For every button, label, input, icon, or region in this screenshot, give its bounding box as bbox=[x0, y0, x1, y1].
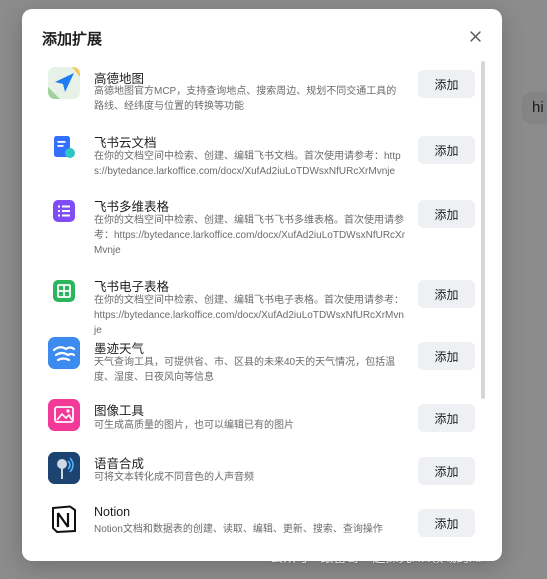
lark-doc-icon bbox=[48, 131, 80, 163]
add-button[interactable]: 添加 bbox=[418, 404, 475, 432]
add-button[interactable]: 添加 bbox=[418, 200, 475, 228]
lark-bitable-icon bbox=[48, 195, 80, 227]
close-icon bbox=[469, 30, 481, 42]
add-extension-dialog: 添加扩展 高德地图 高德地图官方MCP，支持查询地点、搜索周边、规划不同交通工具… bbox=[22, 9, 502, 561]
image-tool-icon bbox=[48, 399, 80, 431]
weather-icon bbox=[48, 337, 80, 369]
add-button[interactable]: 添加 bbox=[418, 70, 475, 98]
extension-description: 在你的文档空间中检索、创建、编辑飞书电子表格。首次使用请参考：https://b… bbox=[94, 295, 404, 336]
extension-description: 天气查询工具，可提供省、市、区县的未来40天的天气情况，包括温度、湿度、日夜风向… bbox=[94, 357, 396, 383]
amap-arrow-icon bbox=[48, 67, 80, 99]
extension-name: 图像工具 bbox=[94, 404, 145, 418]
add-button[interactable]: 添加 bbox=[418, 280, 475, 308]
extension-name: Notion bbox=[94, 505, 131, 519]
extension-description: 高德地图官方MCP，支持查询地点、搜索周边、规划不同交通工具的路线、经纬度与位置… bbox=[94, 86, 397, 112]
lark-sheet-icon bbox=[48, 275, 80, 307]
extension-description: 可将文本转化成不同音色的人声音频 bbox=[94, 472, 254, 483]
extension-description: Notion文档和数据表的创建、读取、编辑、更新、搜索、查询操作 bbox=[94, 524, 383, 535]
add-button[interactable]: 添加 bbox=[418, 342, 475, 370]
close-button[interactable] bbox=[466, 27, 484, 45]
scrollbar[interactable] bbox=[481, 61, 485, 399]
extension-description: 在你的文档空间中检索、创建、编辑飞书飞书多维表格。首次使用请参考：https:/… bbox=[94, 215, 406, 256]
add-button[interactable]: 添加 bbox=[418, 136, 475, 164]
microphone-icon bbox=[48, 452, 80, 484]
dialog-title: 添加扩展 bbox=[42, 31, 103, 48]
extension-description: 可生成高质量的图片，也可以编辑已有的图片 bbox=[94, 420, 294, 431]
add-button[interactable]: 添加 bbox=[418, 457, 475, 485]
extension-description: 在你的文档空间中检索、创建、编辑飞书文档。首次使用请参考：https://byt… bbox=[94, 151, 401, 177]
add-button[interactable]: 添加 bbox=[418, 509, 475, 537]
notion-icon bbox=[48, 503, 80, 535]
